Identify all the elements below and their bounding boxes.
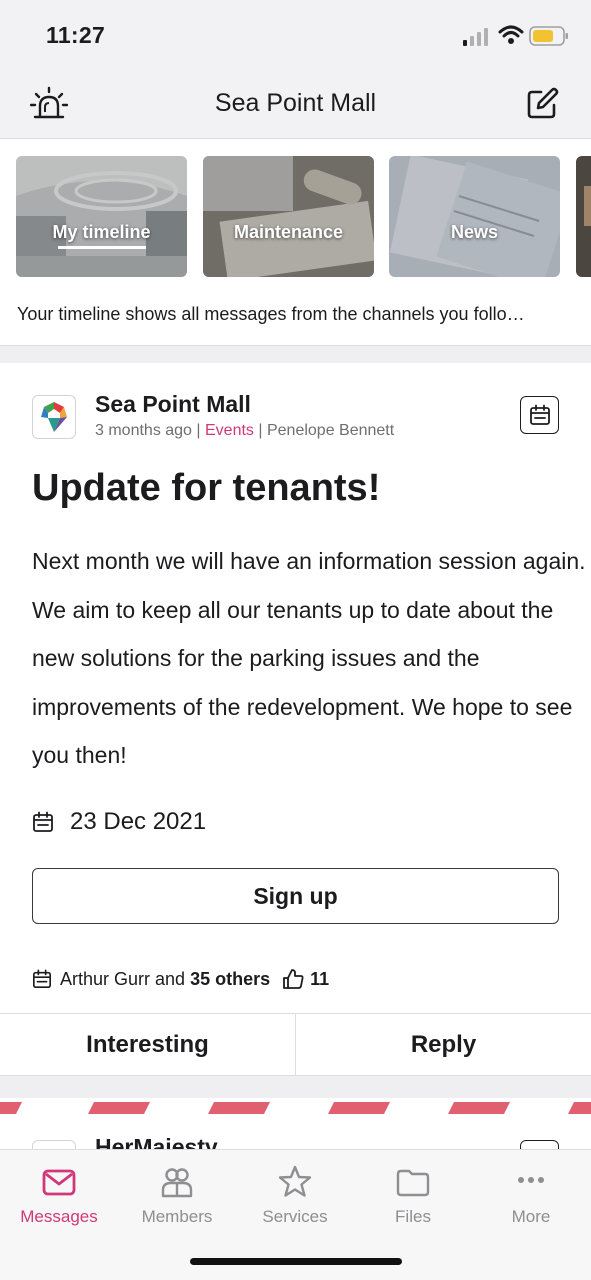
compose-icon[interactable] <box>524 86 560 122</box>
tab-label: Files <box>395 1207 431 1226</box>
wifi-icon <box>498 25 524 44</box>
post-poster: Penelope Bennett <box>266 422 395 439</box>
tab-label: More <box>511 1207 551 1226</box>
status-time: 11:27 <box>46 22 106 48</box>
attendee-connector: and <box>150 968 191 989</box>
channel-label: Maintenance <box>233 222 344 242</box>
channel-card-news[interactable]: News <box>389 156 560 277</box>
channel-label: My timeline <box>52 222 151 242</box>
post-body: Next month we will have an information s… <box>32 548 586 768</box>
tab-files[interactable]: Files <box>354 1150 472 1240</box>
calendar-icon <box>33 969 51 988</box>
channel-label: News <box>450 222 499 242</box>
section-divider <box>0 345 591 363</box>
section-divider <box>0 1076 591 1098</box>
channel-carousel: My timeline Maintenance News Your timeli… <box>0 140 591 345</box>
active-channel-indicator <box>58 246 146 249</box>
tab-messages[interactable]: Messages <box>0 1150 118 1240</box>
sign-up-button[interactable]: Sign up <box>32 868 559 924</box>
envelope-icon <box>42 1169 76 1196</box>
channel-card-partial[interactable] <box>576 156 591 277</box>
channel-card-maintenance[interactable]: Maintenance <box>203 156 374 277</box>
avatar[interactable] <box>32 395 76 439</box>
mall-interior-image <box>16 156 187 277</box>
add-to-calendar-button[interactable] <box>520 1140 559 1149</box>
page-title: Sea Point Mall <box>214 89 377 117</box>
tab-more[interactable]: More <box>472 1150 590 1240</box>
post-actions: Interesting Reply <box>0 1013 591 1076</box>
star-icon <box>278 1165 312 1197</box>
event-date-text: 23 Dec 2021 <box>70 808 207 835</box>
post-card: Sea Point Mall 3 months ago | Events | P… <box>0 363 591 1076</box>
signal-icon <box>463 28 488 46</box>
newspaper-image <box>389 156 560 277</box>
announcement-stripe <box>0 1098 591 1118</box>
more-icon <box>518 1177 544 1183</box>
reply-button[interactable]: Reply <box>295 1014 591 1075</box>
thumbs-up-icon[interactable] <box>282 968 304 990</box>
channel-image <box>576 156 591 277</box>
calendar-icon <box>529 404 550 425</box>
post-meta: 3 months ago | Events | Penelope Bennett <box>95 422 394 440</box>
tab-services[interactable]: Services <box>236 1150 354 1240</box>
meta-separator: | <box>191 422 205 439</box>
tab-label: Messages <box>20 1207 98 1226</box>
nav-bar: Sea Point Mall <box>0 66 591 139</box>
blueprint-image <box>203 156 374 277</box>
post-author[interactable]: HerMajesty <box>95 1134 218 1149</box>
post-title: Update for tenants! <box>32 467 381 509</box>
interesting-button[interactable]: Interesting <box>0 1014 295 1075</box>
post-channel-link[interactable]: Events <box>205 422 254 439</box>
add-to-calendar-button[interactable] <box>520 396 559 434</box>
avatar[interactable] <box>32 1140 76 1149</box>
attendee-name: Arthur Gurr <box>60 968 151 989</box>
folder-icon <box>396 1169 430 1197</box>
reactions-summary[interactable]: Arthur Gurr and 35 others 11 <box>32 964 329 994</box>
post-time: 3 months ago <box>95 422 192 439</box>
like-count: 11 <box>310 968 330 989</box>
next-post-card[interactable]: HerMajesty <box>0 1118 591 1149</box>
tab-members[interactable]: Members <box>118 1150 236 1240</box>
channel-description: Your timeline shows all messages from th… <box>17 304 525 324</box>
members-icon <box>161 1168 193 1198</box>
meta-separator: | <box>253 422 267 439</box>
event-date: 23 Dec 2021 <box>32 807 206 837</box>
tab-label: Services <box>262 1207 328 1226</box>
post-author[interactable]: Sea Point Mall <box>95 391 251 418</box>
tab-label: Members <box>141 1207 213 1226</box>
attendee-others: 35 others <box>190 968 271 989</box>
status-bar: 11:27 <box>0 0 591 66</box>
mall-logo-icon <box>41 402 67 432</box>
stripe-pattern <box>0 1102 591 1114</box>
channel-card-my-timeline[interactable]: My timeline <box>16 156 187 277</box>
calendar-icon <box>33 811 53 832</box>
battery-icon <box>529 26 568 46</box>
home-indicator <box>190 1258 402 1265</box>
